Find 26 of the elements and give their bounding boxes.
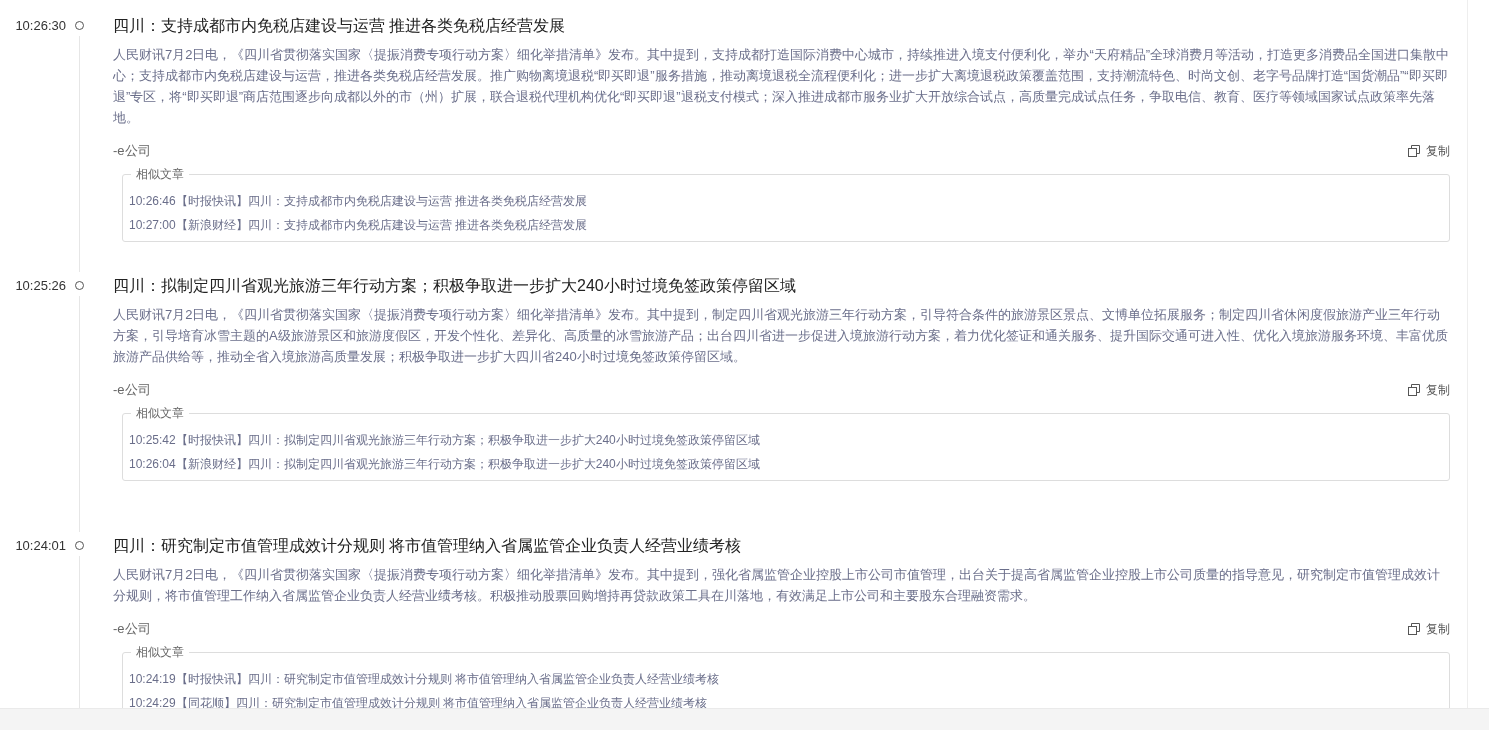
copy-icon [1408,623,1420,635]
news-time: 10:26:30 [14,17,67,35]
related-article-link[interactable]: 10:27:00【新浪财经】四川：支持成都市内免税店建设与运营 推进各类免税店经营发展 [129,213,588,237]
news-title[interactable]: 四川：拟制定四川省观光旅游三年行动方案；积极争取进一步扩大240小时过境免签政策停留区域 [113,272,796,300]
news-source: -e公司 [113,381,151,399]
news-title[interactable]: 四川：研究制定市值管理成效计分规则 将市值管理纳入省属监管企业负责人经营业绩考核 [113,532,742,560]
news-body: 人民财讯7月2日电，《四川省贯彻落实国家〈提振消费专项行动方案〉细化举措清单》发布。其中提到，支持成都打造国际消费中心城市，持续推进入境支付便利化，举办“天府精品”全球消费月等活动，打造更多消费品全国进口集散中心；支持成都市内免税店建设与运营，推进各类免税店经营发展。推广购物离境退税“即买即退”服务措施，推动离境退税全流程便利化；进一步扩大离境退税政策覆盖范围，支持潮流特色、时尚文创、老字号品牌打造“国货潮品”“即买即退”专区，将“即买即退”商店范围逐步向成都以外的市（州）扩展，联合退税代理机构优化“即买即退”退税支付模式；深入推进成都市服务业扩大开放综合试点，高质量完成试点任务，争取电信、教育、医疗等领域国家试点政策率先落地。 [113,46,1450,127]
news-body: 人民财讯7月2日电，《四川省贯彻落实国家〈提振消费专项行动方案〉细化举措清单》发布。其中提到，制定四川省观光旅游三年行动方案，引导符合条件的旅游景区景点、文博单位拓展服务；制定四川省休闲度假旅游产业三年行动方案，引导培育冰雪主题的A级旅游景区和旅游度假区，开发个性化、差异化、高质量的冰雪旅游产品；出台四川省进一步促进入境旅游行动方案，着力优化签证和通关服务、提升国际交通可进入性、优化入境旅游服务环境、丰富优质旅游产品供给等，推动全省入境旅游高质量发展；积极争取进一步扩大四川省240小时过境免签政策停留区域。 [113,306,1449,366]
related-article-link[interactable]: 10:25:42【时报快讯】四川：拟制定四川省观光旅游三年行动方案；积极争取进一步扩大240小时过境免签政策停留区域 [129,428,760,452]
news-source: -e公司 [113,142,151,160]
related-article-link[interactable]: 10:24:19【时报快讯】四川：研究制定市值管理成效计分规则 将市值管理纳入省属监管企业负责人经营业绩考核 [129,667,720,691]
news-time: 10:24:01 [14,537,67,555]
related-article-link[interactable]: 10:26:46【时报快讯】四川：支持成都市内免税店建设与运营 推进各类免税店经营发展 [129,189,588,213]
copy-icon [1408,384,1420,396]
related-articles-label: 相似文章 [135,166,185,183]
news-body: 人民财讯7月2日电，《四川省贯彻落实国家〈提振消费专项行动方案〉细化举措清单》发布。其中提到，强化省属监管企业控股上市公司市值管理，出台关于提高省属监管企业控股上市公司质量的指导意见，研究制定市值管理成效计分规则，将市值管理工作纳入省属监管企业负责人经营业绩考核。积极推动股票回购增持再贷款政策工具在川落地，有效满足上市公司和主要股东合理融资需求。 [113,566,1442,605]
related-articles-label: 相似文章 [135,644,185,661]
news-source: -e公司 [113,620,151,638]
copy-button[interactable]: 复制 [1408,142,1450,160]
copy-button[interactable]: 复制 [1408,381,1450,399]
news-title[interactable]: 四川：支持成都市内免税店建设与运营 推进各类免税店经营发展 [113,12,566,40]
copy-button[interactable]: 复制 [1408,620,1450,638]
copy-icon [1408,145,1420,157]
related-article-link[interactable]: 10:26:04【新浪财经】四川：拟制定四川省观光旅游三年行动方案；积极争取进一步扩大240小时过境免签政策停留区域 [129,452,760,476]
related-articles-label: 相似文章 [135,405,185,422]
news-time: 10:25:26 [14,277,67,295]
